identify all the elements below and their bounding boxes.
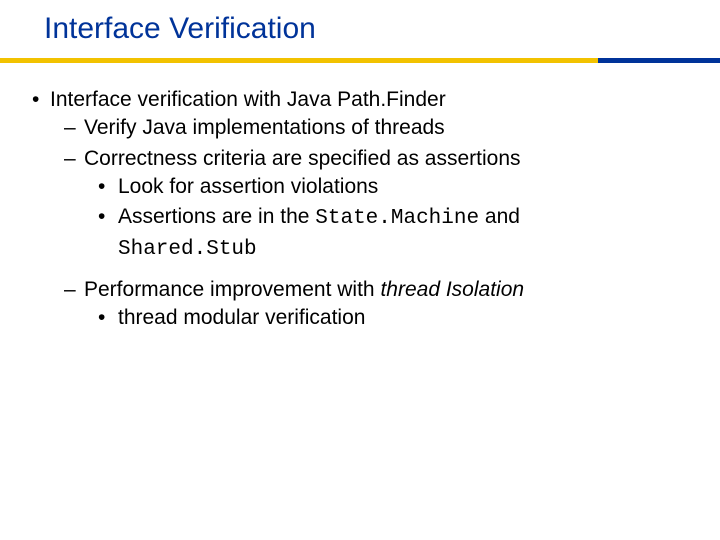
slide-body: Interface verification with Java Path.Fi… (26, 86, 694, 335)
bullet-l1-text: Interface verification with Java Path.Fi… (50, 88, 446, 111)
bullet-l2c-pre: Performance improvement with (84, 278, 380, 301)
bullet-l3b-pre: Assertions are in the (118, 205, 315, 228)
bullet-l2a: Verify Java implementations of threads (50, 114, 694, 142)
bullet-l2a-text: Verify Java implementations of threads (84, 116, 445, 139)
spacer (50, 266, 694, 276)
bullet-l2c: Performance improvement with thread Isol… (50, 276, 694, 333)
bullet-l3a-text: Look for assertion violations (118, 175, 378, 198)
bullet-l3b-code2: Shared.Stub (118, 238, 257, 261)
bullet-l2c-ital: thread Isolation (380, 278, 524, 301)
bullet-l3b-mid: and (479, 205, 520, 228)
bullet-l3c: thread modular verification (84, 304, 694, 332)
bullet-l2b-text: Correctness criteria are specified as as… (84, 147, 521, 170)
bullet-l3a: Look for assertion violations (84, 173, 694, 201)
bullet-l2b: Correctness criteria are specified as as… (50, 145, 694, 264)
title-rule (0, 58, 720, 63)
bullet-l1: Interface verification with Java Path.Fi… (26, 86, 694, 333)
slide-title: Interface Verification (44, 12, 316, 46)
slide: Interface Verification Interface verific… (0, 0, 720, 540)
rule-blue (598, 58, 720, 63)
bullet-l3b: Assertions are in the State.Machine and … (84, 203, 694, 264)
bullet-l3c-text: thread modular verification (118, 306, 365, 329)
bullet-l3b-code1: State.Machine (315, 207, 479, 230)
